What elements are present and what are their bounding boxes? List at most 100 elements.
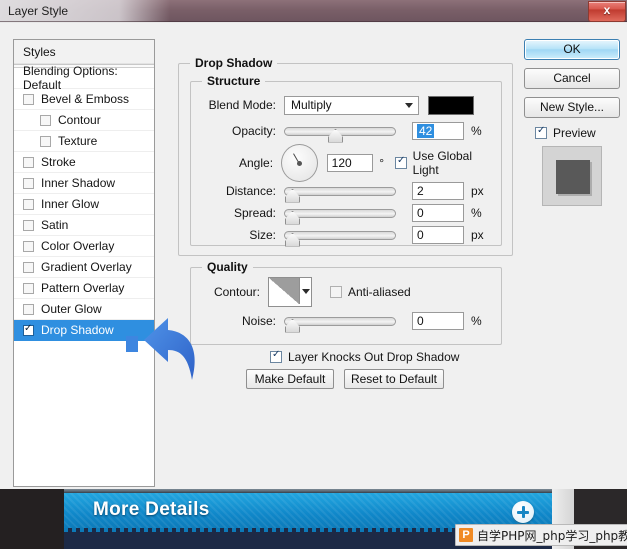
styles-list-item-label: Bevel & Emboss [41, 92, 130, 106]
window-title: Layer Style [8, 4, 69, 18]
noise-row: Noise: 0 % [198, 311, 498, 333]
blend-mode-label: Blend Mode: [208, 98, 276, 112]
knockout-row[interactable]: Layer Knocks Out Drop Shadow [270, 347, 459, 367]
spread-slider[interactable] [284, 208, 396, 225]
opacity-value: 42 [417, 124, 435, 138]
styles-list-item-label: Stroke [41, 155, 76, 169]
styles-list-item-contour[interactable]: Contour [14, 110, 154, 131]
styles-list-item-blending-options-default[interactable]: Blending Options: Default [14, 64, 154, 92]
size-row: Size: 0 px [198, 225, 498, 247]
new-style-button[interactable]: New Style... [524, 97, 620, 118]
styles-list-item-inner-shadow[interactable]: Inner Shadow [14, 173, 154, 194]
styles-list-item-stroke[interactable]: Stroke [14, 152, 154, 173]
window-title-bar[interactable]: Layer Style [0, 0, 627, 22]
spread-unit: % [471, 206, 482, 220]
styles-list-item-label: Drop Shadow [41, 323, 114, 337]
use-global-light-label: Use Global Light [412, 149, 473, 177]
drop-shadow-group-title: Drop Shadow [190, 56, 278, 70]
styles-list-item-checkbox[interactable] [40, 114, 51, 126]
opacity-input[interactable]: 42 [412, 122, 464, 140]
styles-list-item-checkbox[interactable] [23, 198, 34, 210]
styles-list-item-label: Inner Glow [41, 197, 100, 211]
angle-dial-hub [297, 161, 303, 166]
styles-list-item-label: Texture [58, 134, 98, 148]
angle-input[interactable]: 120 [326, 154, 374, 172]
size-unit: px [471, 228, 484, 242]
opacity-row: Opacity: 42 % [198, 121, 498, 143]
blend-mode-value: Multiply [291, 98, 332, 112]
styles-list-item-label: Contour [58, 113, 101, 127]
anti-aliased-label: Anti-aliased [348, 285, 411, 299]
contour-divider [299, 278, 300, 304]
size-input[interactable]: 0 [412, 226, 464, 244]
noise-label: Noise: [241, 314, 276, 328]
reset-to-default-button[interactable]: Reset to Default [344, 369, 444, 389]
styles-list-item-checkbox[interactable] [23, 177, 34, 189]
styles-list-item-color-overlay[interactable]: Color Overlay [14, 236, 154, 257]
spread-input[interactable]: 0 [412, 204, 464, 222]
distance-input[interactable]: 2 [412, 182, 464, 200]
spread-row: Spread: 0 % [198, 203, 498, 225]
plus-icon[interactable] [512, 501, 534, 523]
distance-slider[interactable] [284, 186, 396, 203]
dialog-buttons-panel: OK Cancel New Style... Preview [524, 39, 620, 206]
styles-list-item-checkbox[interactable] [23, 240, 34, 252]
styles-list-item-satin[interactable]: Satin [14, 215, 154, 236]
styles-list-item-gradient-overlay[interactable]: Gradient Overlay [14, 257, 154, 278]
spread-slider-thumb[interactable] [285, 210, 300, 225]
spread-label: Spread: [233, 206, 276, 220]
use-global-light-checkbox[interactable] [395, 155, 407, 169]
ok-button[interactable]: OK [524, 39, 620, 60]
styles-list-item-checkbox[interactable] [40, 135, 51, 147]
styles-list-item-checkbox[interactable] [23, 93, 34, 105]
layer-knocks-out-checkbox[interactable] [270, 349, 282, 363]
angle-row: Angle: 120 ° Use Global Light [198, 143, 498, 183]
size-slider[interactable] [284, 230, 396, 247]
styles-list-item-checkbox[interactable] [23, 282, 34, 294]
styles-list-item-texture[interactable]: Texture [14, 131, 154, 152]
close-button[interactable]: x [588, 1, 626, 22]
cancel-button[interactable]: Cancel [524, 68, 620, 89]
styles-list-item-inner-glow[interactable]: Inner Glow [14, 194, 154, 215]
shadow-color-swatch[interactable] [428, 95, 474, 115]
preview-checkbox[interactable] [535, 125, 547, 139]
styles-list-item-checkbox[interactable] [23, 219, 34, 231]
styles-list-rows: Blending Options: Default Bevel & Emboss C… [14, 64, 154, 341]
noise-slider[interactable] [284, 316, 396, 333]
styles-list-item-checkbox[interactable] [23, 323, 34, 336]
opacity-slider[interactable] [284, 126, 396, 143]
styles-list-item-pattern-overlay[interactable]: Pattern Overlay [14, 278, 154, 299]
styles-list-item-outer-glow[interactable]: Outer Glow [14, 299, 154, 320]
size-slider-thumb[interactable] [285, 232, 300, 247]
styles-list-panel: Styles Blending Options: Default Bevel & … [13, 39, 155, 487]
preview-thumbnail [542, 146, 602, 206]
styles-list-item-checkbox[interactable] [23, 303, 34, 315]
structure-legend: Structure [202, 74, 266, 88]
contour-label: Contour: [213, 285, 260, 299]
noise-slider-thumb[interactable] [285, 318, 300, 333]
preview-checkbox-row[interactable]: Preview [535, 125, 620, 140]
banner-title: More Details [93, 499, 210, 520]
make-default-button[interactable]: Make Default [246, 369, 334, 389]
quality-legend: Quality [202, 260, 253, 274]
noise-input[interactable]: 0 [412, 312, 464, 330]
opacity-slider-thumb[interactable] [328, 128, 343, 143]
watermark: P 自学PHP网_php学习_php教 [455, 524, 627, 546]
contour-preset-picker[interactable] [268, 277, 312, 307]
distance-row: Distance: 2 px [198, 181, 498, 203]
watermark-text: 自学PHP网_php学习_php教 [477, 528, 627, 543]
styles-list-item-bevel-emboss[interactable]: Bevel & Emboss [14, 89, 154, 110]
styles-list-item-label: Outer Glow [41, 302, 102, 316]
styles-list-item-drop-shadow[interactable]: Drop Shadow [14, 320, 154, 341]
angle-dial[interactable] [281, 144, 318, 182]
chevron-down-icon [405, 102, 413, 108]
blend-mode-select[interactable]: Multiply [284, 95, 419, 115]
styles-list-item-checkbox[interactable] [23, 261, 34, 273]
styles-list-item-checkbox[interactable] [23, 156, 34, 168]
anti-aliased-checkbox[interactable] [330, 286, 342, 298]
contour-row: Contour: Anti-aliased [198, 275, 498, 309]
distance-slider-thumb[interactable] [285, 188, 300, 203]
chevron-down-icon [302, 289, 310, 294]
noise-unit: % [471, 314, 482, 328]
opacity-label: Opacity: [231, 124, 276, 138]
